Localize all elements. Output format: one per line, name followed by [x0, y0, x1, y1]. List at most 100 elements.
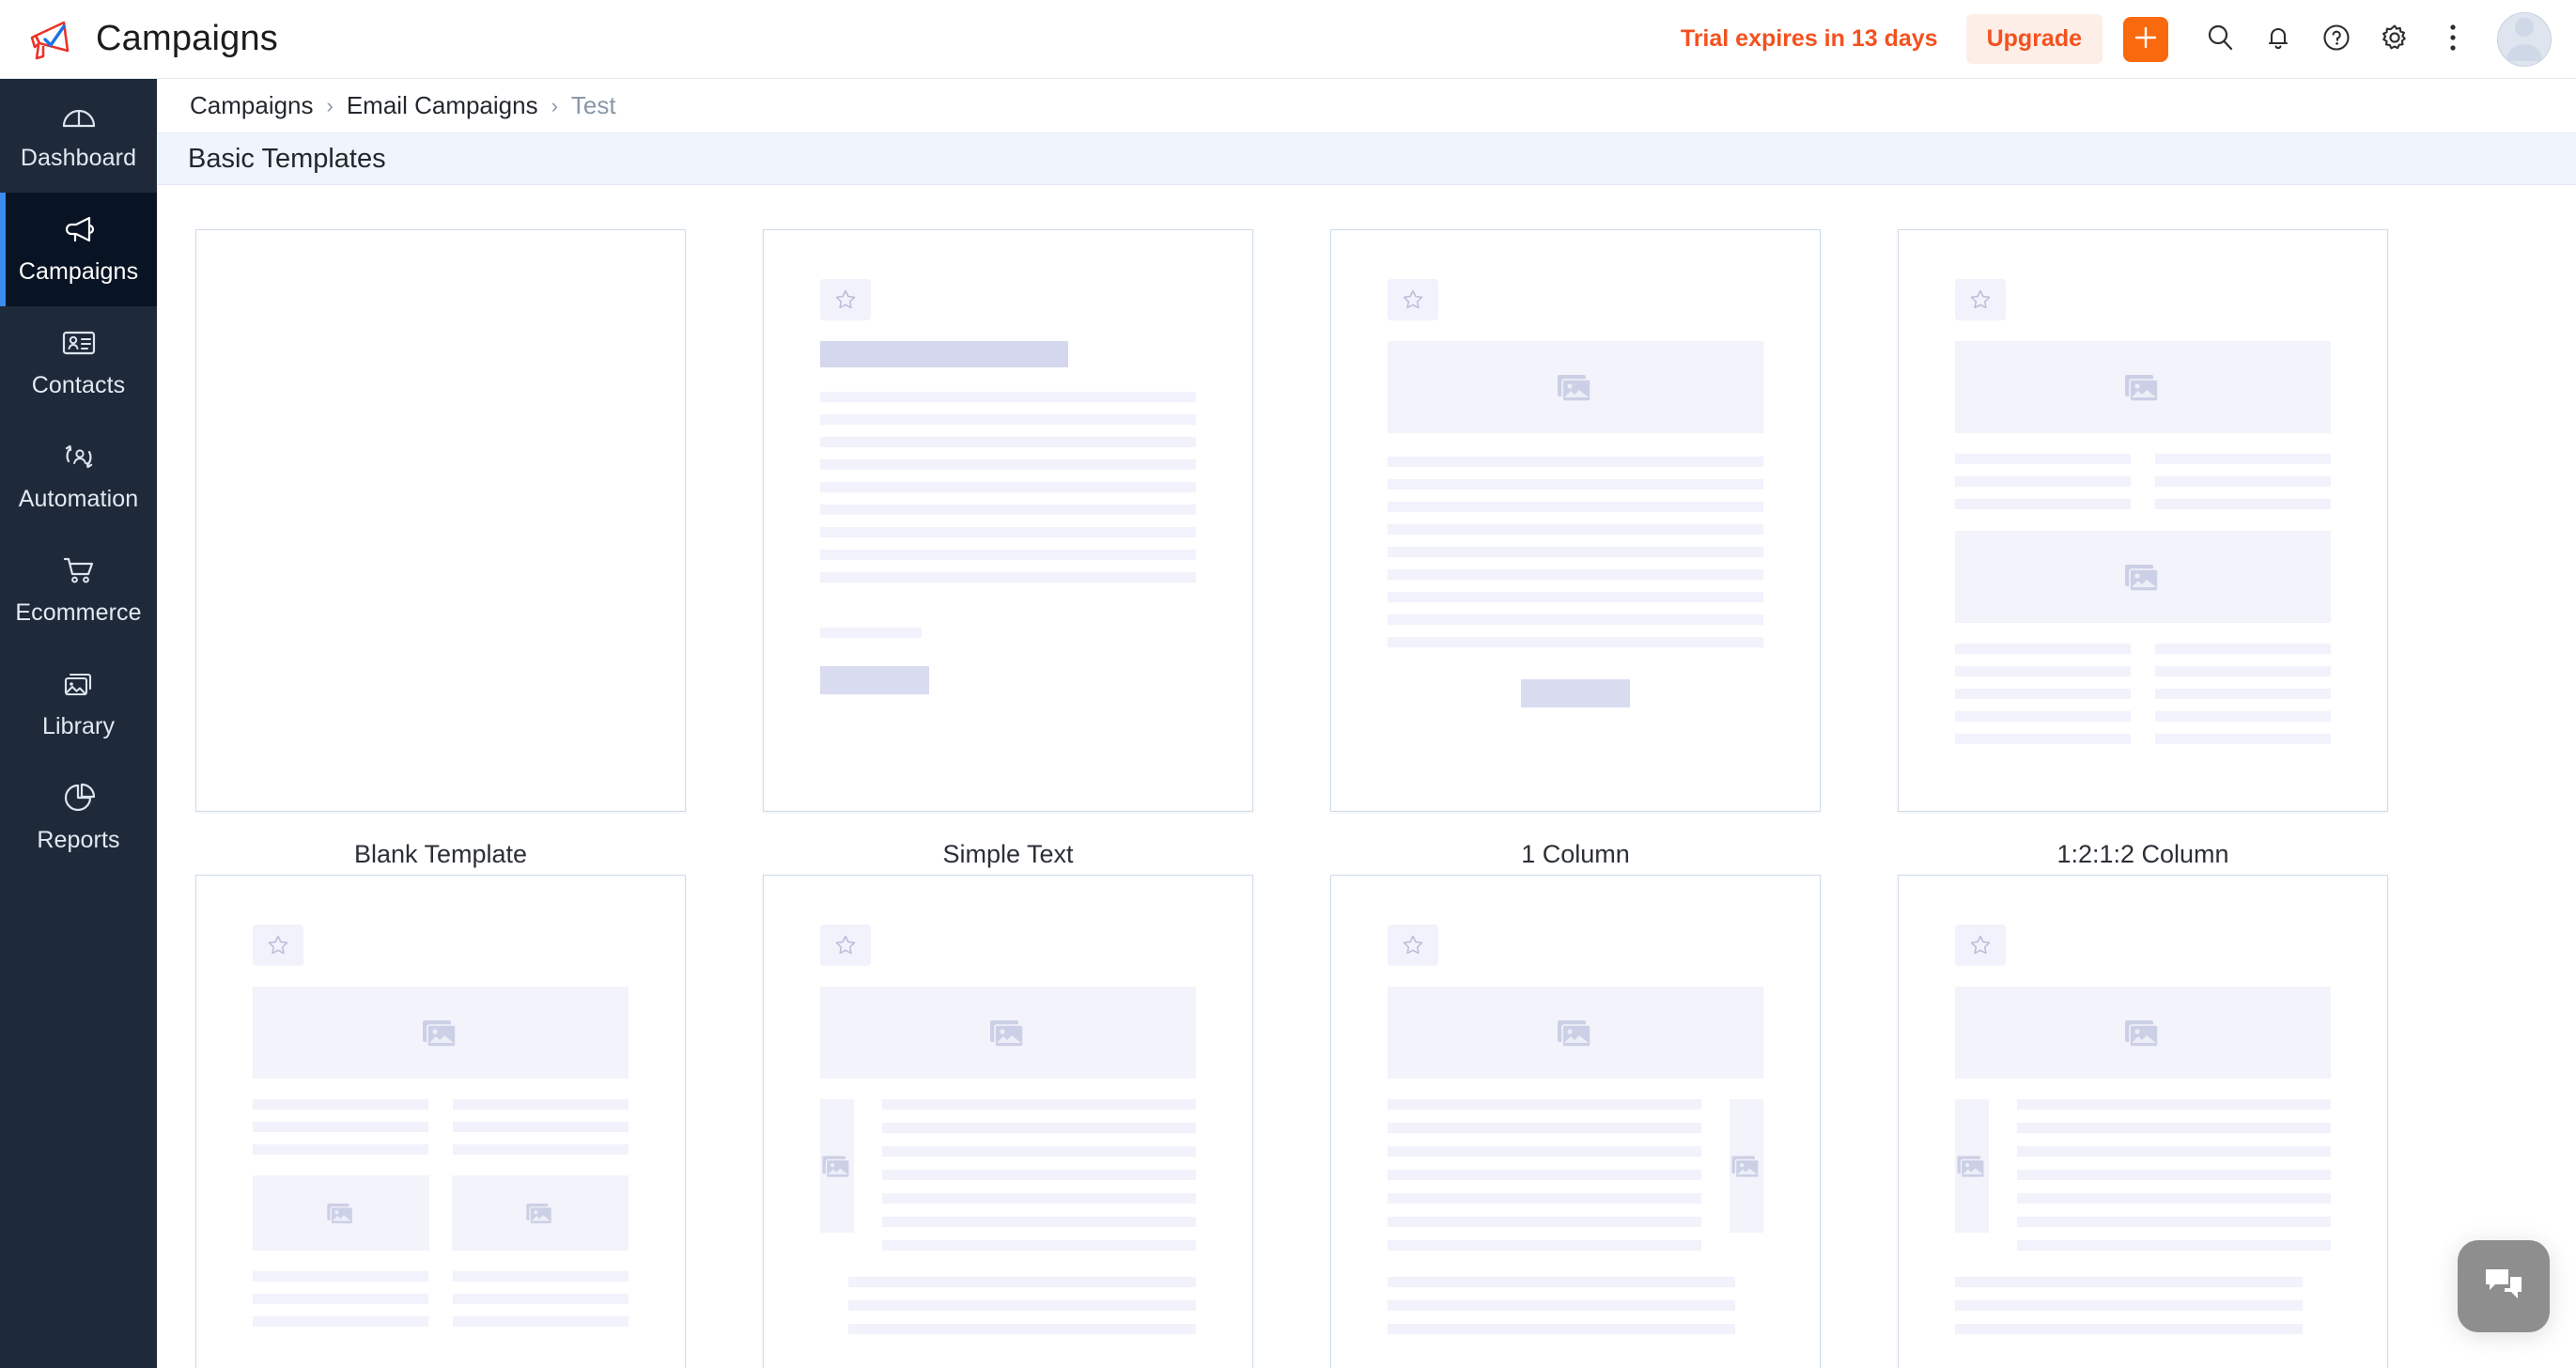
text-line: [1955, 666, 2131, 676]
text-line: [1955, 644, 2131, 654]
two-column-text-row: [253, 1271, 628, 1339]
text-line: [1388, 569, 1763, 580]
text-line: [1388, 1217, 1701, 1227]
text-line: [1955, 734, 2131, 744]
text-line: [1955, 476, 2131, 487]
heading-placeholder: [820, 341, 1068, 367]
sidebar-item-ecommerce[interactable]: Ecommerce: [0, 534, 157, 647]
cta-button-placeholder: [820, 666, 929, 694]
brand[interactable]: Campaigns: [0, 15, 278, 64]
template-preview-one-two-one-two[interactable]: [1898, 229, 2388, 812]
upgrade-button[interactable]: Upgrade: [1965, 14, 2103, 64]
text-line: [1388, 1123, 1701, 1133]
sidebar-item-campaigns[interactable]: Campaigns: [0, 193, 157, 306]
text-line-short: [820, 628, 922, 638]
image-placeholder: [1955, 341, 2331, 433]
settings-button[interactable]: [2366, 10, 2424, 69]
text-line: [1388, 1193, 1701, 1204]
text-line: [2155, 454, 2331, 464]
template-preview-simple-text[interactable]: [763, 229, 1253, 812]
trial-status-text: Trial expires in 13 days: [1680, 25, 1938, 52]
text-line: [882, 1146, 1196, 1157]
text-line: [1388, 524, 1763, 535]
search-button[interactable]: [2191, 10, 2249, 69]
image-pair-row: [253, 1175, 628, 1251]
template-card[interactable]: [1859, 875, 2427, 1368]
avatar[interactable]: [2497, 11, 2552, 67]
help-circle-icon: [2320, 22, 2352, 56]
text-line: [2155, 734, 2331, 744]
text-line: [1388, 1300, 1735, 1311]
image-placeholder: [253, 1175, 429, 1251]
template-card[interactable]: 1:2:1:2 Column: [1859, 229, 2427, 869]
image-placeholder: [1955, 987, 2331, 1079]
text-line: [848, 1277, 1196, 1287]
text-image-row: [1388, 1277, 1763, 1368]
template-card[interactable]: [1292, 875, 1859, 1368]
header-actions: Trial expires in 13 days Upgrade: [1681, 10, 2576, 69]
chevron-right-icon: ›: [551, 93, 558, 117]
more-options-button[interactable]: [2424, 10, 2482, 69]
image-placeholder: [1955, 531, 2331, 623]
image-text-row: [820, 1099, 1196, 1251]
more-vertical-icon: [2447, 22, 2459, 56]
sidebar-item-contacts[interactable]: Contacts: [0, 306, 157, 420]
template-card[interactable]: Simple Text: [724, 229, 1292, 869]
id-card-icon: [60, 327, 98, 364]
image-placeholder: [820, 987, 1196, 1079]
template-card[interactable]: Blank Template: [157, 229, 724, 869]
megaphone-check-logo-icon: [26, 15, 75, 64]
image-placeholder: [1388, 341, 1763, 433]
template-label: Simple Text: [942, 840, 1074, 868]
star-logo-placeholder: [820, 279, 871, 320]
text-line: [453, 1144, 628, 1155]
text-line: [1955, 499, 2131, 509]
sidebar-item-label: Reports: [37, 827, 120, 853]
notifications-button[interactable]: [2249, 10, 2307, 69]
sidebar-item-dashboard[interactable]: Dashboard: [0, 79, 157, 193]
text-line: [1955, 1324, 2303, 1334]
template-preview-image-left-text-right-b[interactable]: [1898, 875, 2388, 1368]
page-title: Basic Templates: [188, 143, 386, 174]
image-placeholder: [452, 1175, 628, 1251]
template-grid: Blank Template Simple Text 1 Column 1:2:…: [157, 185, 2576, 1368]
sidebar-item-label: Dashboard: [20, 145, 137, 171]
template-card[interactable]: 1 Column: [1292, 229, 1859, 869]
text-line: [2017, 1193, 2331, 1204]
two-column-text-row: [1955, 454, 2331, 509]
sidebar-item-library[interactable]: Library: [0, 647, 157, 761]
sidebar-item-reports[interactable]: Reports: [0, 761, 157, 875]
breadcrumb: Campaigns › Email Campaigns › Test: [157, 79, 2576, 132]
shopping-cart-icon: [60, 554, 98, 591]
sidebar-item-label: Library: [41, 713, 116, 739]
breadcrumb-item-campaigns[interactable]: Campaigns: [190, 91, 314, 120]
gear-icon: [2379, 22, 2411, 56]
sidebar-item-label: Ecommerce: [15, 599, 142, 626]
breadcrumb-item-email-campaigns[interactable]: Email Campaigns: [347, 91, 538, 120]
template-card[interactable]: [157, 875, 724, 1368]
template-preview-image-left-text-right[interactable]: [763, 875, 1253, 1368]
add-new-button[interactable]: [2123, 16, 2168, 62]
text-line: [2155, 711, 2331, 722]
sidebar-item-automation[interactable]: Automation: [0, 420, 157, 534]
chat-support-button[interactable]: [2458, 1240, 2550, 1332]
template-preview-one-column[interactable]: [1330, 229, 1821, 812]
template-preview-text-left-image-right[interactable]: [1330, 875, 1821, 1368]
star-logo-placeholder: [253, 925, 303, 966]
image-placeholder: [1955, 1099, 1989, 1233]
help-button[interactable]: [2307, 10, 2366, 69]
image-placeholder: [253, 987, 628, 1079]
text-line: [253, 1316, 428, 1327]
template-preview-image-grid[interactable]: [195, 875, 686, 1368]
photo-stack-icon: [60, 668, 98, 705]
text-image-row: [1388, 1099, 1763, 1251]
text-line: [1388, 502, 1763, 512]
template-label: 1:2:1:2 Column: [2056, 840, 2229, 868]
template-card[interactable]: [724, 875, 1292, 1368]
text-line: [1388, 479, 1763, 490]
text-line: [2155, 666, 2331, 676]
text-line: [820, 437, 1196, 447]
template-preview-blank[interactable]: [195, 229, 686, 812]
two-column-text-row: [1955, 644, 2331, 756]
text-line: [253, 1271, 428, 1282]
